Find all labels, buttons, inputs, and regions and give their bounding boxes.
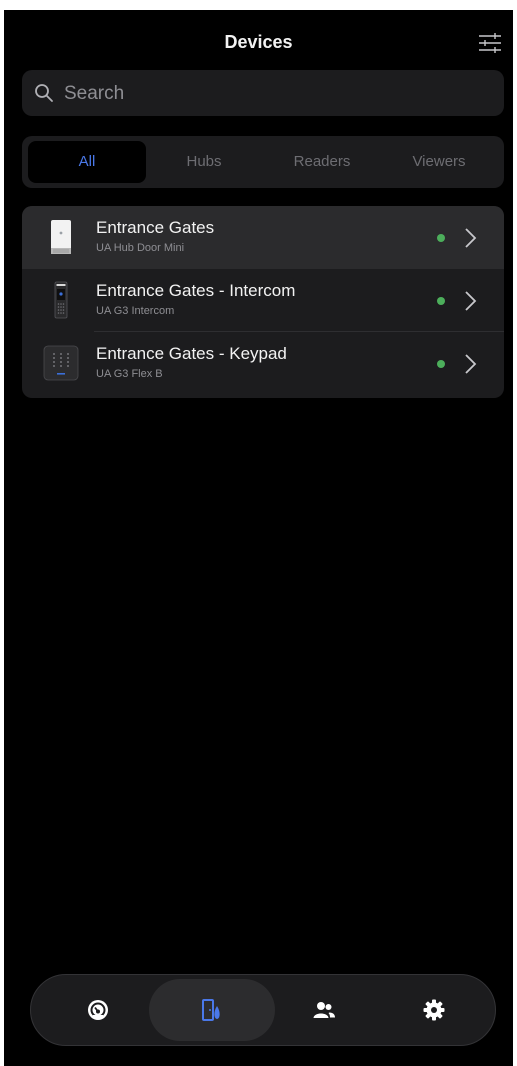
chevron-right-icon (462, 226, 478, 250)
sliders-icon[interactable] (477, 30, 503, 56)
header: Devices (4, 28, 513, 60)
online-status-dot (437, 297, 445, 305)
door-access-icon (200, 998, 224, 1022)
tab-all[interactable]: All (28, 141, 146, 183)
chevron-right-icon (462, 289, 478, 313)
device-name: Entrance Gates - Intercom (96, 281, 296, 300)
page-title: Devices (224, 32, 293, 52)
devices-screen: Devices All Hubs Readers Viewers (4, 10, 513, 1066)
search-bar[interactable] (22, 70, 504, 118)
device-row[interactable]: Entrance Gates UA Hub Door Mini (22, 206, 504, 269)
device-row[interactable]: Entrance Gates - Keypad UA G3 Flex B (22, 332, 504, 395)
segmented-tabs: All Hubs Readers Viewers (22, 136, 504, 188)
settings-gear-icon (422, 998, 446, 1022)
device-list: Entrance Gates UA Hub Door Mini Entrance… (22, 206, 504, 398)
device-model: UA G3 Intercom (96, 305, 175, 317)
search-input[interactable] (62, 70, 486, 118)
tab-door-access[interactable] (149, 979, 275, 1041)
device-row[interactable]: Entrance Gates - Intercom UA G3 Intercom (22, 269, 504, 332)
users-icon (312, 998, 336, 1022)
online-status-dot (437, 360, 445, 368)
tab-settings[interactable] (371, 979, 497, 1041)
device-model: UA G3 Flex B (96, 368, 163, 380)
hub-door-mini-icon (40, 217, 80, 257)
tab-users[interactable] (261, 979, 387, 1041)
tab-viewers[interactable]: Viewers (380, 141, 498, 183)
bottom-tab-bar (30, 974, 496, 1046)
search-icon (34, 83, 54, 103)
device-name: Entrance Gates (96, 218, 215, 237)
tab-hubs[interactable]: Hubs (145, 141, 263, 183)
tab-readers[interactable]: Readers (263, 141, 381, 183)
intercom-icon (40, 280, 80, 320)
device-name: Entrance Gates - Keypad (96, 344, 287, 363)
device-model: UA Hub Door Mini (96, 242, 185, 254)
online-status-dot (437, 234, 445, 242)
dashboard-icon (86, 998, 110, 1022)
keypad-icon (40, 343, 80, 383)
tab-dashboard[interactable] (35, 979, 161, 1041)
chevron-right-icon (462, 352, 478, 376)
